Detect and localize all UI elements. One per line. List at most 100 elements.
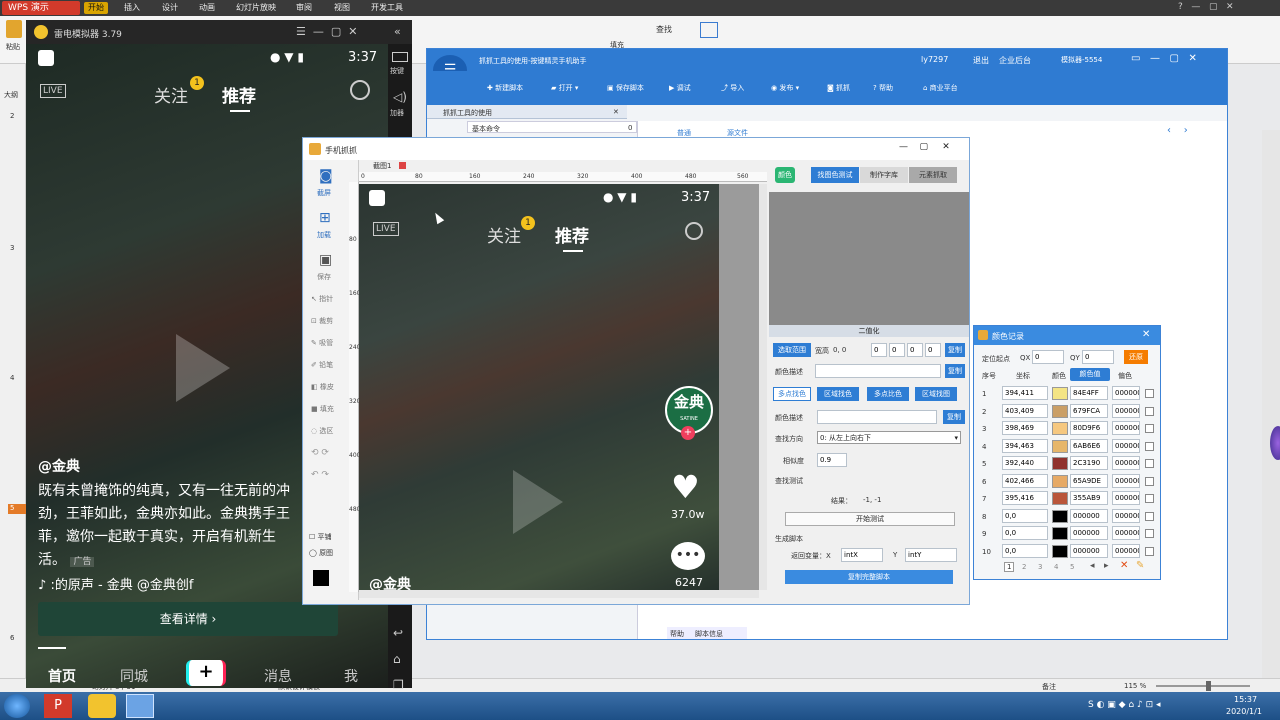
- notes-button[interactable]: 备注: [1042, 682, 1056, 692]
- save-script-button[interactable]: ▣ 保存脚本: [607, 83, 644, 93]
- tab-multi-find[interactable]: 多点找色: [773, 387, 811, 401]
- range-y2[interactable]: [925, 343, 941, 357]
- row-color-value[interactable]: [1070, 526, 1108, 540]
- nav-home[interactable]: 首页: [48, 666, 76, 686]
- similarity-input[interactable]: [817, 453, 847, 467]
- canvas-scrollbar-v[interactable]: [759, 184, 767, 590]
- select-range-button[interactable]: 选取范围: [773, 343, 811, 357]
- select-tool[interactable]: ◌ 选区: [311, 426, 333, 436]
- help-button[interactable]: ? 帮助: [873, 83, 893, 93]
- tab-font-lib[interactable]: 制作字库: [860, 167, 908, 183]
- row-coord[interactable]: [1002, 473, 1048, 488]
- row-offset[interactable]: [1112, 456, 1140, 470]
- find-label[interactable]: 查找: [656, 24, 672, 35]
- recents-icon[interactable]: ❐: [393, 678, 404, 692]
- range-x2[interactable]: [907, 343, 923, 357]
- row-offset[interactable]: [1112, 386, 1140, 400]
- page-1[interactable]: 1: [1004, 562, 1015, 572]
- business-button[interactable]: ⌂ 商业平台: [923, 83, 958, 93]
- row-color-value[interactable]: [1070, 473, 1108, 488]
- nav-city[interactable]: 同城: [120, 666, 148, 686]
- row-color-value[interactable]: [1070, 386, 1108, 400]
- menu-view[interactable]: 视图: [334, 2, 350, 14]
- capture-button[interactable]: ◙ 抓抓: [827, 83, 850, 93]
- helper-window-controls[interactable]: ▭ — ▢ ✕: [1131, 53, 1197, 64]
- search-icon[interactable]: [350, 80, 370, 100]
- logout-link[interactable]: 退出: [973, 55, 989, 66]
- import-button[interactable]: ⤴ 导入: [721, 83, 744, 93]
- copy-desc-button[interactable]: 复制: [945, 364, 965, 378]
- enterprise-link[interactable]: 企业后台: [999, 55, 1031, 66]
- range-x1[interactable]: [871, 343, 887, 357]
- delete-all-icon[interactable]: ✕: [1120, 560, 1128, 571]
- row-coord[interactable]: [1002, 508, 1048, 523]
- row-offset[interactable]: [1112, 473, 1140, 488]
- emulator-selector[interactable]: 模拟器-5554: [1061, 55, 1102, 65]
- live-icon[interactable]: LIVE: [40, 84, 66, 98]
- row-color-value[interactable]: [1070, 491, 1108, 505]
- publish-button[interactable]: ◉ 发布 ▾: [771, 83, 799, 93]
- tab-follow[interactable]: 关注: [154, 82, 188, 107]
- save-label[interactable]: 保存: [317, 272, 331, 282]
- color-record-close[interactable]: ✕: [1142, 329, 1150, 340]
- tab-recommend[interactable]: 推荐: [222, 82, 256, 107]
- row-color-value[interactable]: [1070, 508, 1108, 523]
- zoom-thumb[interactable]: [1206, 681, 1211, 691]
- row-checkbox[interactable]: [1145, 389, 1154, 398]
- copy-range-button[interactable]: 复制: [945, 343, 965, 357]
- undo-redo-icons[interactable]: ↶ ↷: [311, 470, 329, 480]
- doc-tab-close[interactable]: ✕: [613, 108, 619, 116]
- window-controls[interactable]: ? — ▢ ✕: [1178, 2, 1234, 12]
- canvas-scrollbar-h[interactable]: [359, 590, 759, 598]
- pane-nav-arrows[interactable]: ‹ ›: [1167, 125, 1188, 136]
- rotate-icons[interactable]: ⟲ ⟳: [311, 448, 329, 458]
- bottom-tab-info[interactable]: 脚本信息: [695, 629, 723, 639]
- menu-animation[interactable]: 动画: [199, 2, 215, 14]
- tab-find-test[interactable]: 找图色测试: [811, 167, 859, 183]
- row-offset[interactable]: [1112, 421, 1140, 435]
- screenshot-canvas[interactable]: ● ▼ ▮ 3:37 LIVE 关注 1 推荐 金典 SATINE + ♥ 37…: [359, 184, 719, 590]
- col-value-button[interactable]: 颜色值: [1070, 368, 1110, 381]
- qy-input[interactable]: [1082, 350, 1114, 364]
- start-button[interactable]: [4, 694, 30, 718]
- tab-element-grab[interactable]: 元素抓取: [909, 167, 957, 183]
- tab-area-find[interactable]: 区域找色: [817, 387, 859, 401]
- row-color-value[interactable]: [1070, 543, 1108, 558]
- menu-home[interactable]: 开始: [84, 2, 108, 14]
- image-tab-close[interactable]: [399, 162, 406, 169]
- crop-tool[interactable]: ⊡ 裁剪: [311, 316, 333, 326]
- row-offset[interactable]: [1112, 403, 1140, 418]
- color-desc2-input[interactable]: [817, 410, 937, 424]
- helper-taskbar-icon[interactable]: [126, 694, 154, 718]
- load-label[interactable]: 加载: [317, 230, 331, 240]
- menu-developer[interactable]: 开发工具: [371, 2, 403, 14]
- next-page-icon[interactable]: ▸: [1104, 561, 1109, 571]
- collapse-sidebar-icon[interactable]: «: [394, 25, 401, 38]
- return-x-input[interactable]: [841, 548, 883, 562]
- nav-me[interactable]: 我: [344, 666, 358, 686]
- row-checkbox[interactable]: [1145, 459, 1154, 468]
- row-checkbox[interactable]: [1145, 546, 1154, 556]
- zoom-slider[interactable]: [1156, 685, 1250, 687]
- start-test-button[interactable]: 开始测试: [785, 512, 955, 526]
- doc-tab[interactable]: 抓抓工具的使用 ✕: [427, 105, 627, 119]
- row-checkbox[interactable]: [1145, 441, 1154, 451]
- screenshot-icon[interactable]: ◙: [319, 168, 333, 184]
- row-coord[interactable]: [1002, 526, 1048, 540]
- row-checkbox[interactable]: [1145, 476, 1154, 486]
- page-2[interactable]: 2: [1022, 563, 1026, 571]
- volume-icon[interactable]: ◁): [393, 90, 407, 104]
- new-script-button[interactable]: ✚ 新建脚本: [487, 83, 523, 93]
- menu-review[interactable]: 审阅: [296, 2, 312, 14]
- row-checkbox[interactable]: [1145, 406, 1154, 416]
- pencil-tool[interactable]: ✐ 铅笔: [311, 360, 333, 370]
- outline-tab[interactable]: 大纲: [4, 90, 18, 100]
- music-line[interactable]: ♪ :的原声 - 金典 @金典创f: [38, 574, 193, 593]
- copy-script-button[interactable]: 复制完整脚本: [785, 570, 953, 584]
- eraser-tool[interactable]: ◧ 橡皮: [311, 382, 334, 392]
- row-offset[interactable]: [1112, 526, 1140, 540]
- play-icon[interactable]: [176, 334, 230, 402]
- home-icon[interactable]: ⌂: [393, 652, 401, 666]
- page-4[interactable]: 4: [1054, 563, 1058, 571]
- color-button[interactable]: 颜色: [775, 167, 795, 183]
